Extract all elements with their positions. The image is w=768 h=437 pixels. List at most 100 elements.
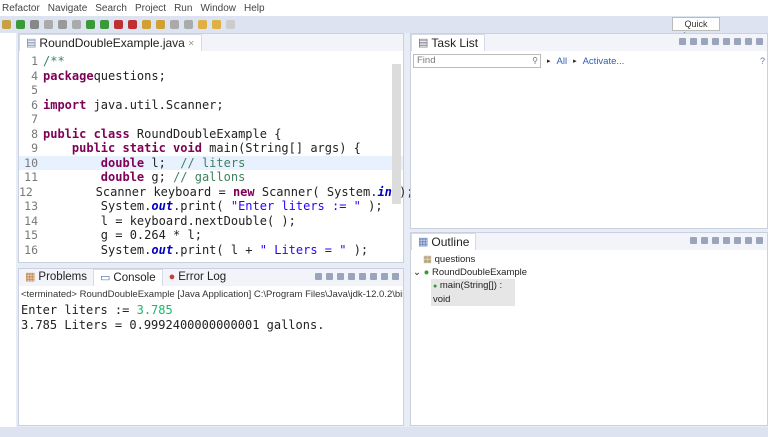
- line-number: 9: [31, 141, 38, 155]
- code-token: /**: [43, 54, 65, 68]
- menu-run[interactable]: Run: [174, 3, 192, 14]
- code-token: "Enter liters := ": [230, 199, 361, 213]
- code-token: System.: [43, 199, 152, 213]
- code-line: 1 /**: [19, 54, 403, 69]
- code-token: questions;: [93, 68, 166, 83]
- line-number: 7: [31, 112, 38, 126]
- package-icon: ▦: [423, 254, 432, 265]
- toolbar-button[interactable]: [114, 20, 123, 29]
- code-token: out: [151, 242, 174, 257]
- toolbar-button[interactable]: [72, 20, 81, 29]
- console-header: <terminated> RoundDoubleExample [Java Ap…: [21, 289, 403, 300]
- toolbar-button[interactable]: [128, 20, 137, 29]
- toolbar-button[interactable]: [184, 20, 193, 29]
- line-number: 4: [31, 68, 38, 83]
- code-token: .print( l +: [173, 242, 260, 257]
- code-token: l = keyboard.nextDouble( );: [43, 213, 296, 228]
- line-number: 15: [24, 228, 38, 242]
- outline-toolbar: [690, 237, 763, 244]
- vertical-scrollbar[interactable]: [392, 64, 401, 204]
- tab-task-list[interactable]: ▤ Task List: [411, 34, 486, 51]
- toolbar-button[interactable]: [226, 20, 235, 29]
- toolbar-button[interactable]: [16, 20, 25, 29]
- java-file-icon: ▤: [26, 36, 37, 49]
- code-token: );: [360, 199, 383, 213]
- problems-icon: ▦: [25, 271, 36, 283]
- menu-project[interactable]: Project: [135, 3, 166, 14]
- menu-help[interactable]: Help: [244, 3, 265, 14]
- code-area[interactable]: 1 /** 4 packagequestions; 5 6 import java.util…: [19, 51, 414, 258]
- console-line: Enter liters := 3.785: [21, 303, 173, 317]
- line-number: 16: [24, 242, 38, 257]
- toolbar-button[interactable]: [142, 20, 151, 29]
- status-bar: [0, 427, 768, 437]
- code-token: public static void: [71, 141, 202, 155]
- code-token: public class: [43, 126, 130, 141]
- line-number: 12: [19, 184, 33, 199]
- outline-item-class[interactable]: ⌄ ● RoundDoubleExample: [411, 266, 767, 279]
- close-icon[interactable]: ✕: [188, 35, 195, 52]
- line-number: 5: [31, 83, 38, 97]
- task-list-panel: ▤ Task List Find ⚲ ▸ All ▸ Activate... ?: [410, 33, 768, 229]
- activate-link[interactable]: Activate...: [583, 56, 625, 67]
- toolbar-button[interactable]: [198, 20, 207, 29]
- console-toolbar: [315, 273, 399, 280]
- code-token: double: [100, 170, 145, 184]
- code-line: 10 double l; // liters: [19, 155, 403, 170]
- editor-panel: ▤ RoundDoubleExample.java ✕ 1 /** 4 packagequ…: [18, 33, 414, 263]
- toolbar-button[interactable]: [156, 20, 165, 29]
- toolbar-button[interactable]: [86, 20, 95, 29]
- help-icon[interactable]: ?: [760, 56, 765, 66]
- menu-bar: Refactor Navigate Search Project Run Window He…: [0, 0, 768, 16]
- find-input[interactable]: Find ⚲: [413, 54, 541, 68]
- quick-access-input[interactable]: Quick Access: [672, 17, 720, 41]
- line-number: 8: [31, 126, 38, 141]
- method-icon: ●: [433, 283, 438, 290]
- error-log-icon: ●: [168, 271, 176, 283]
- code-token: new: [232, 184, 255, 199]
- toolbar-button[interactable]: [44, 20, 53, 29]
- outline-item-method[interactable]: ● main(String[]) : void: [431, 279, 515, 306]
- all-link[interactable]: All: [557, 56, 568, 67]
- code-token: main(String[] args) {: [201, 141, 361, 155]
- toolbar-button[interactable]: [212, 20, 221, 29]
- chevron-down-icon[interactable]: ⌄: [413, 267, 421, 278]
- toolbar-button[interactable]: [30, 20, 39, 29]
- toolbar-button[interactable]: [100, 20, 109, 29]
- task-toolbar: [679, 38, 763, 45]
- code-token: );: [346, 242, 369, 257]
- code-token: // gallons: [173, 170, 246, 184]
- toolbar-button[interactable]: [2, 20, 11, 29]
- menu-refactor[interactable]: Refactor: [2, 3, 40, 14]
- left-minimized-strip: [0, 33, 16, 427]
- code-token: g;: [144, 170, 174, 184]
- code-token: out: [151, 199, 174, 213]
- tab-outline[interactable]: ▦ Outline: [411, 233, 477, 250]
- code-token: Scanner( System.: [254, 184, 378, 199]
- menu-window[interactable]: Window: [200, 3, 236, 14]
- tab-console[interactable]: ▭ Console: [92, 269, 163, 286]
- menu-search[interactable]: Search: [95, 3, 127, 14]
- code-token: Scanner keyboard =: [37, 184, 233, 199]
- tab-editor-file[interactable]: ▤ RoundDoubleExample.java ✕: [19, 34, 202, 51]
- class-icon: ●: [423, 267, 430, 278]
- code-token: .print(: [173, 199, 231, 213]
- code-token: System.: [43, 242, 152, 257]
- code-line: 9 public static void main(String[] args)…: [19, 141, 403, 156]
- toolbar-button[interactable]: [170, 20, 179, 29]
- outline-item-package[interactable]: ▦ questions: [411, 253, 767, 266]
- code-line: 16 System.out.print( l + " Liters = " );: [19, 243, 403, 258]
- code-token: in: [377, 184, 392, 199]
- code-line: 15 g = 0.264 * l;: [19, 228, 403, 243]
- menu-navigate[interactable]: Navigate: [48, 3, 87, 14]
- console-line: 3.785 Liters = 0.9992400000000001 gallon…: [21, 318, 325, 332]
- tab-problems[interactable]: ▦ Problems: [19, 269, 93, 286]
- code-token: g = 0.264 * l;: [43, 228, 202, 242]
- line-number: 14: [24, 213, 38, 228]
- code-line: 12 Scanner keyboard = new Scanner( Syste…: [19, 184, 414, 200]
- tab-error-log[interactable]: ● Error Log: [163, 269, 233, 286]
- toolbar-button[interactable]: [58, 20, 67, 29]
